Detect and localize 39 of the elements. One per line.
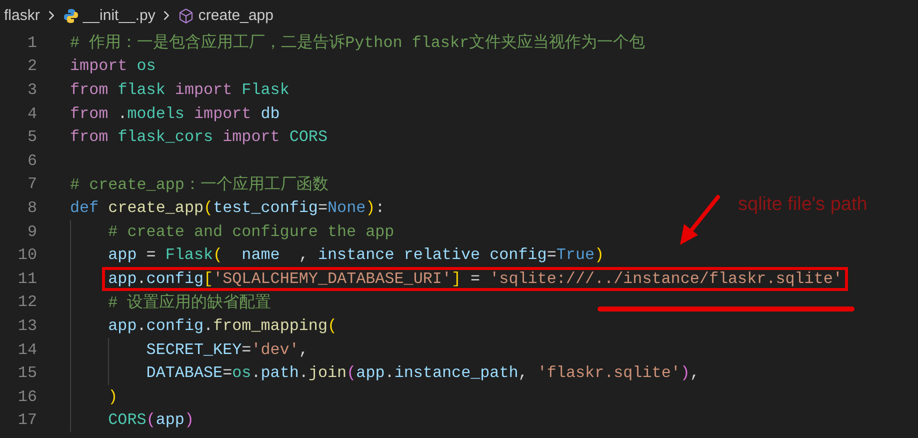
line-number: 9 [26,222,37,241]
line-number: 5 [26,128,37,146]
code-line: from .models import db [69,104,281,125]
line-number: 10 [16,246,37,264]
arrow-drawing [680,195,720,245]
line-number: 1 [26,34,37,52]
code-line: app.config.from_mapping( [107,316,338,337]
line-number: 12 [16,293,37,312]
code-line: from flask import Flask [69,80,290,101]
code-line: CORS(app) [107,410,195,432]
line-number: 8 [26,198,37,217]
breadcrumb-item[interactable]: flaskr [4,7,40,24]
code-line: import os [69,56,157,78]
code-line: # create_app：一个应用工厂函数 [69,174,330,196]
code-line: from flask_cors import CORS [69,127,329,148]
line-number: 6 [26,152,37,170]
code-line: app = Flask( name , instance relative config=True) [107,245,606,266]
breadcrumb-item[interactable]: create_app [198,7,274,24]
cube-icon [178,8,194,24]
breadcrumb-item[interactable]: __init__.py [82,7,156,24]
code-line: ) [107,386,119,408]
code-line: DATABASE=os.path.join(app.instance_path, 'flaskr.sqlite'), [145,363,700,384]
line-number: 15 [16,364,37,382]
line-number: 17 [16,411,37,430]
code-line: # create and configure the app [107,222,396,243]
line-number: 2 [26,57,37,76]
code-line: SECRET_KEY='dev', [145,340,310,361]
line-number: 14 [16,340,37,359]
code-line: # 设置应用的缺省配置 [107,292,272,314]
code-line: # 作用：一是包含应用工厂，二是告诉Python flaskr文件夹应当视作为一个包 [69,32,646,54]
line-number: 7 [26,175,37,194]
line-number: 4 [26,104,37,123]
annotation-label: sqlite file's path [738,194,868,216]
line-number: 16 [16,388,37,406]
line-number: 11 [16,270,37,288]
code-line: def create_app(test_config=None): [69,198,386,219]
python-icon [62,8,79,24]
line-number: 3 [26,80,37,99]
line-number: 13 [16,316,37,335]
